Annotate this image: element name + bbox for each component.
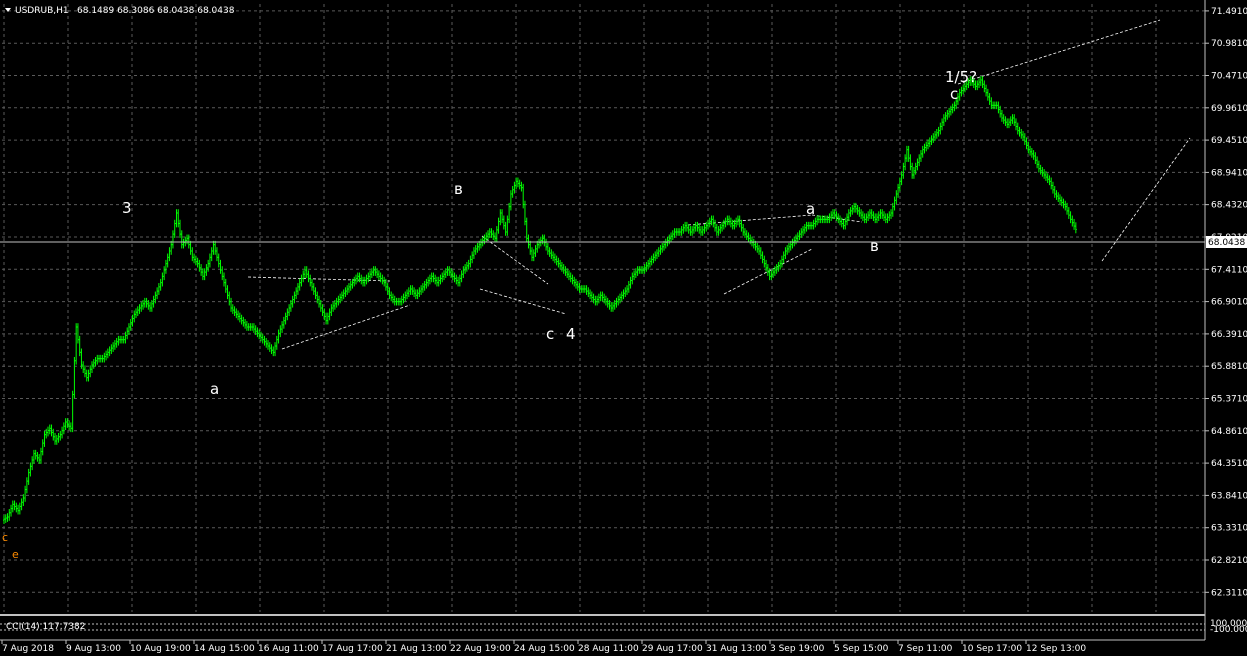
price-tick-label: 69.4510 <box>1211 136 1247 146</box>
wave-label: 3 <box>122 199 132 217</box>
chart-background <box>0 0 1247 656</box>
wave-label: c <box>950 85 958 103</box>
wave-label: a <box>806 200 815 218</box>
time-tick-label: 7 Aug 2018 <box>2 644 54 654</box>
time-tick-label: 5 Sep 15:00 <box>834 644 889 654</box>
time-tick-label: 10 Aug 19:00 <box>130 644 191 654</box>
time-tick-label: 16 Aug 11:00 <box>258 644 319 654</box>
wave-label: 1/5? <box>945 68 977 86</box>
price-tick-label: 66.9010 <box>1211 298 1247 308</box>
price-tick-label: 63.3310 <box>1211 524 1247 534</box>
current-price-value: 68.0438 <box>1208 238 1245 248</box>
ohlc-readout: 68.1489 68.3086 68.0438 68.0438 <box>77 6 235 16</box>
price-tick-label: 70.9810 <box>1211 39 1247 49</box>
time-tick-label: 12 Sep 13:00 <box>1026 644 1086 654</box>
wave-label: c <box>546 325 554 343</box>
price-tick-label: 69.9610 <box>1211 104 1247 114</box>
time-tick-label: 24 Aug 15:00 <box>514 644 575 654</box>
price-tick-label: 62.8210 <box>1211 556 1247 566</box>
time-tick-label: 17 Aug 17:00 <box>322 644 383 654</box>
time-tick-label: 7 Sep 11:00 <box>898 644 953 654</box>
price-tick-label: 68.9410 <box>1211 168 1247 178</box>
indicator-tick-lower: -100.000 <box>1210 625 1247 635</box>
time-tick-label: 3 Sep 19:00 <box>770 644 825 654</box>
wave-label: a <box>210 380 219 398</box>
indicator-divider <box>0 614 1205 616</box>
wave-label: e <box>12 548 19 561</box>
chart-header: USDRUB,H1 68.1489 68.3086 68.0438 68.043… <box>5 6 235 16</box>
time-tick-label: 28 Aug 11:00 <box>578 644 639 654</box>
time-tick-label: 10 Sep 17:00 <box>962 644 1022 654</box>
time-tick-label: 14 Aug 15:00 <box>194 644 255 654</box>
price-tick-label: 65.8810 <box>1211 362 1247 372</box>
price-tick-label: 67.4110 <box>1211 265 1247 275</box>
price-chart[interactable]: 3aвc 4aвc1/5?ce 71.491070.981070.471069.9… <box>0 0 1247 656</box>
price-tick-label: 71.4910 <box>1211 7 1247 17</box>
price-tick-label: 64.3510 <box>1211 459 1247 469</box>
wave-label: 4 <box>566 325 576 343</box>
time-tick-label: 22 Aug 19:00 <box>450 644 511 654</box>
time-tick-label: 31 Aug 13:00 <box>706 644 767 654</box>
price-tick-label: 70.4710 <box>1211 72 1247 82</box>
time-tick-label: 21 Aug 13:00 <box>386 644 447 654</box>
time-tick-label: 29 Aug 17:00 <box>642 644 703 654</box>
wave-label: в <box>454 180 463 198</box>
price-tick-label: 62.3110 <box>1211 588 1247 598</box>
price-tick-label: 66.3910 <box>1211 330 1247 340</box>
time-tick-label: 9 Aug 13:00 <box>66 644 121 654</box>
symbol-label: USDRUB,H1 <box>15 6 69 16</box>
indicator-label: CCI(14) 117.7382 <box>6 622 86 632</box>
wave-label: c <box>2 531 8 544</box>
price-tick-label: 65.3710 <box>1211 395 1247 405</box>
price-tick-label: 68.4320 <box>1211 201 1247 211</box>
wave-label: в <box>870 237 879 255</box>
price-tick-label: 63.8410 <box>1211 491 1247 501</box>
price-tick-label: 64.8610 <box>1211 427 1247 437</box>
